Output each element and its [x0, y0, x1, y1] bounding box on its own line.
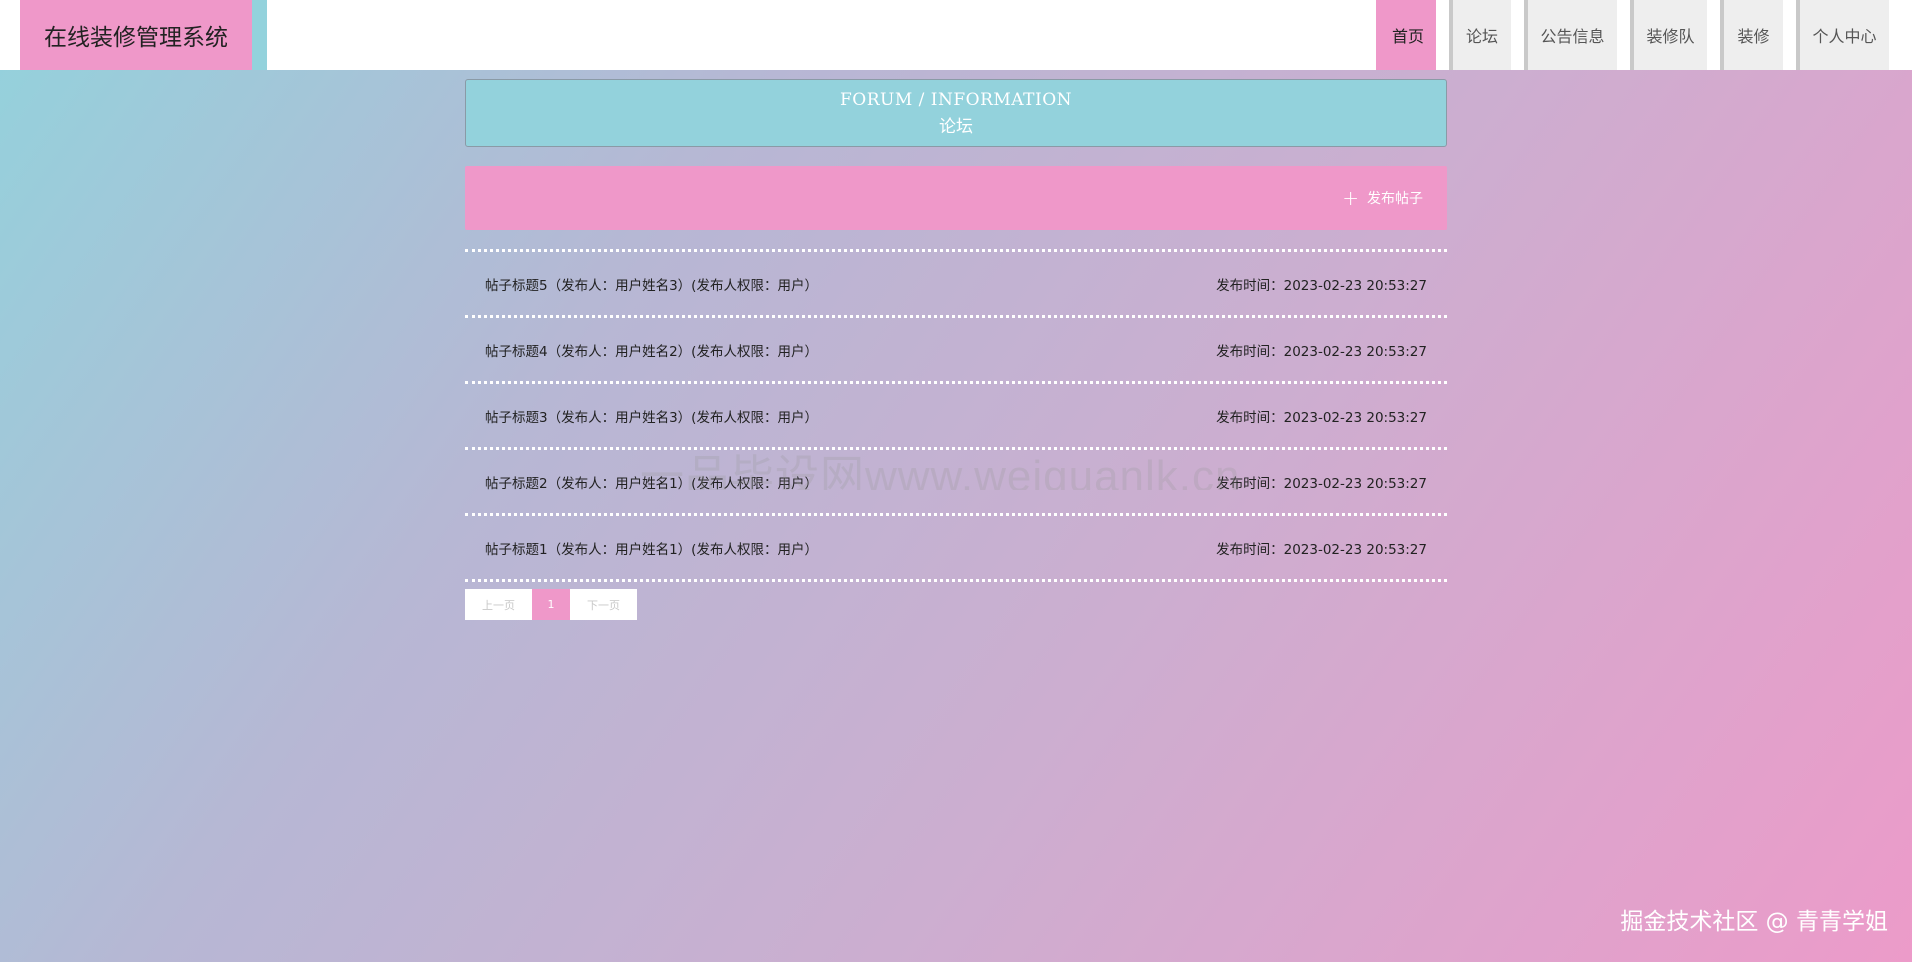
prev-page-button[interactable]: 上一页 [465, 589, 532, 620]
section-title-cn: 论坛 [939, 116, 973, 137]
nav-spacer [1511, 0, 1524, 70]
section-title-en: FORUM / INFORMATION [839, 89, 1073, 110]
main-nav: 首页 论坛 公告信息 装修队 装修 个人中心 [1376, 0, 1889, 70]
nav-item-renovation-team[interactable]: 装修队 [1630, 0, 1707, 70]
plus-icon: + [1342, 186, 1359, 210]
pagination: 上一页 1 下一页 [465, 589, 637, 620]
post-row[interactable]: 帖子标题1（发布人：用户姓名1）(发布人权限：用户） 发布时间：2023-02-… [465, 513, 1447, 579]
nav-spacer [1436, 0, 1449, 70]
post-time: 发布时间：2023-02-23 20:53:27 [1216, 409, 1427, 426]
nav-spacer [1707, 0, 1720, 70]
nav-item-home[interactable]: 首页 [1376, 0, 1436, 70]
post-title[interactable]: 帖子标题5（发布人：用户姓名3）(发布人权限：用户） [485, 274, 818, 294]
nav-spacer [1617, 0, 1630, 70]
section-header: FORUM / INFORMATION 论坛 [465, 79, 1447, 147]
post-list: 帖子标题5（发布人：用户姓名3）(发布人权限：用户） 发布时间：2023-02-… [465, 249, 1447, 582]
logo-accent-stripe [252, 0, 267, 70]
post-title[interactable]: 帖子标题3（发布人：用户姓名3）(发布人权限：用户） [485, 406, 818, 426]
post-title[interactable]: 帖子标题4（发布人：用户姓名2）(发布人权限：用户） [485, 340, 818, 360]
post-time: 发布时间：2023-02-23 20:53:27 [1216, 343, 1427, 360]
publish-bar: + 发布帖子 [465, 166, 1447, 230]
center-watermark: 一品毕设网www.weiguanlk.cn [640, 452, 1241, 490]
top-bar: 在线装修管理系统 首页 论坛 公告信息 装修队 装修 个人中心 [0, 0, 1912, 70]
next-page-button[interactable]: 下一页 [570, 589, 637, 620]
nav-item-announcements[interactable]: 公告信息 [1524, 0, 1617, 70]
app-title: 在线装修管理系统 [20, 0, 252, 70]
publish-post-label: 发布帖子 [1367, 191, 1423, 207]
nav-item-personal-center[interactable]: 个人中心 [1796, 0, 1889, 70]
post-title[interactable]: 帖子标题1（发布人：用户姓名1）(发布人权限：用户） [485, 538, 818, 558]
post-row[interactable]: 帖子标题4（发布人：用户姓名2）(发布人权限：用户） 发布时间：2023-02-… [465, 315, 1447, 381]
publish-post-button[interactable]: + 发布帖子 [1342, 187, 1423, 209]
nav-item-forum[interactable]: 论坛 [1449, 0, 1511, 70]
post-row[interactable]: 帖子标题3（发布人：用户姓名3）(发布人权限：用户） 发布时间：2023-02-… [465, 381, 1447, 447]
current-page-button[interactable]: 1 [532, 589, 570, 620]
post-list-divider [465, 579, 1447, 582]
post-row[interactable]: 帖子标题5（发布人：用户姓名3）(发布人权限：用户） 发布时间：2023-02-… [465, 249, 1447, 315]
nav-item-renovation[interactable]: 装修 [1720, 0, 1783, 70]
corner-watermark: 掘金技术社区 @ 青青学姐 [1620, 909, 1888, 935]
nav-spacer [1783, 0, 1796, 70]
post-time: 发布时间：2023-02-23 20:53:27 [1216, 541, 1427, 558]
post-time: 发布时间：2023-02-23 20:53:27 [1216, 277, 1427, 294]
